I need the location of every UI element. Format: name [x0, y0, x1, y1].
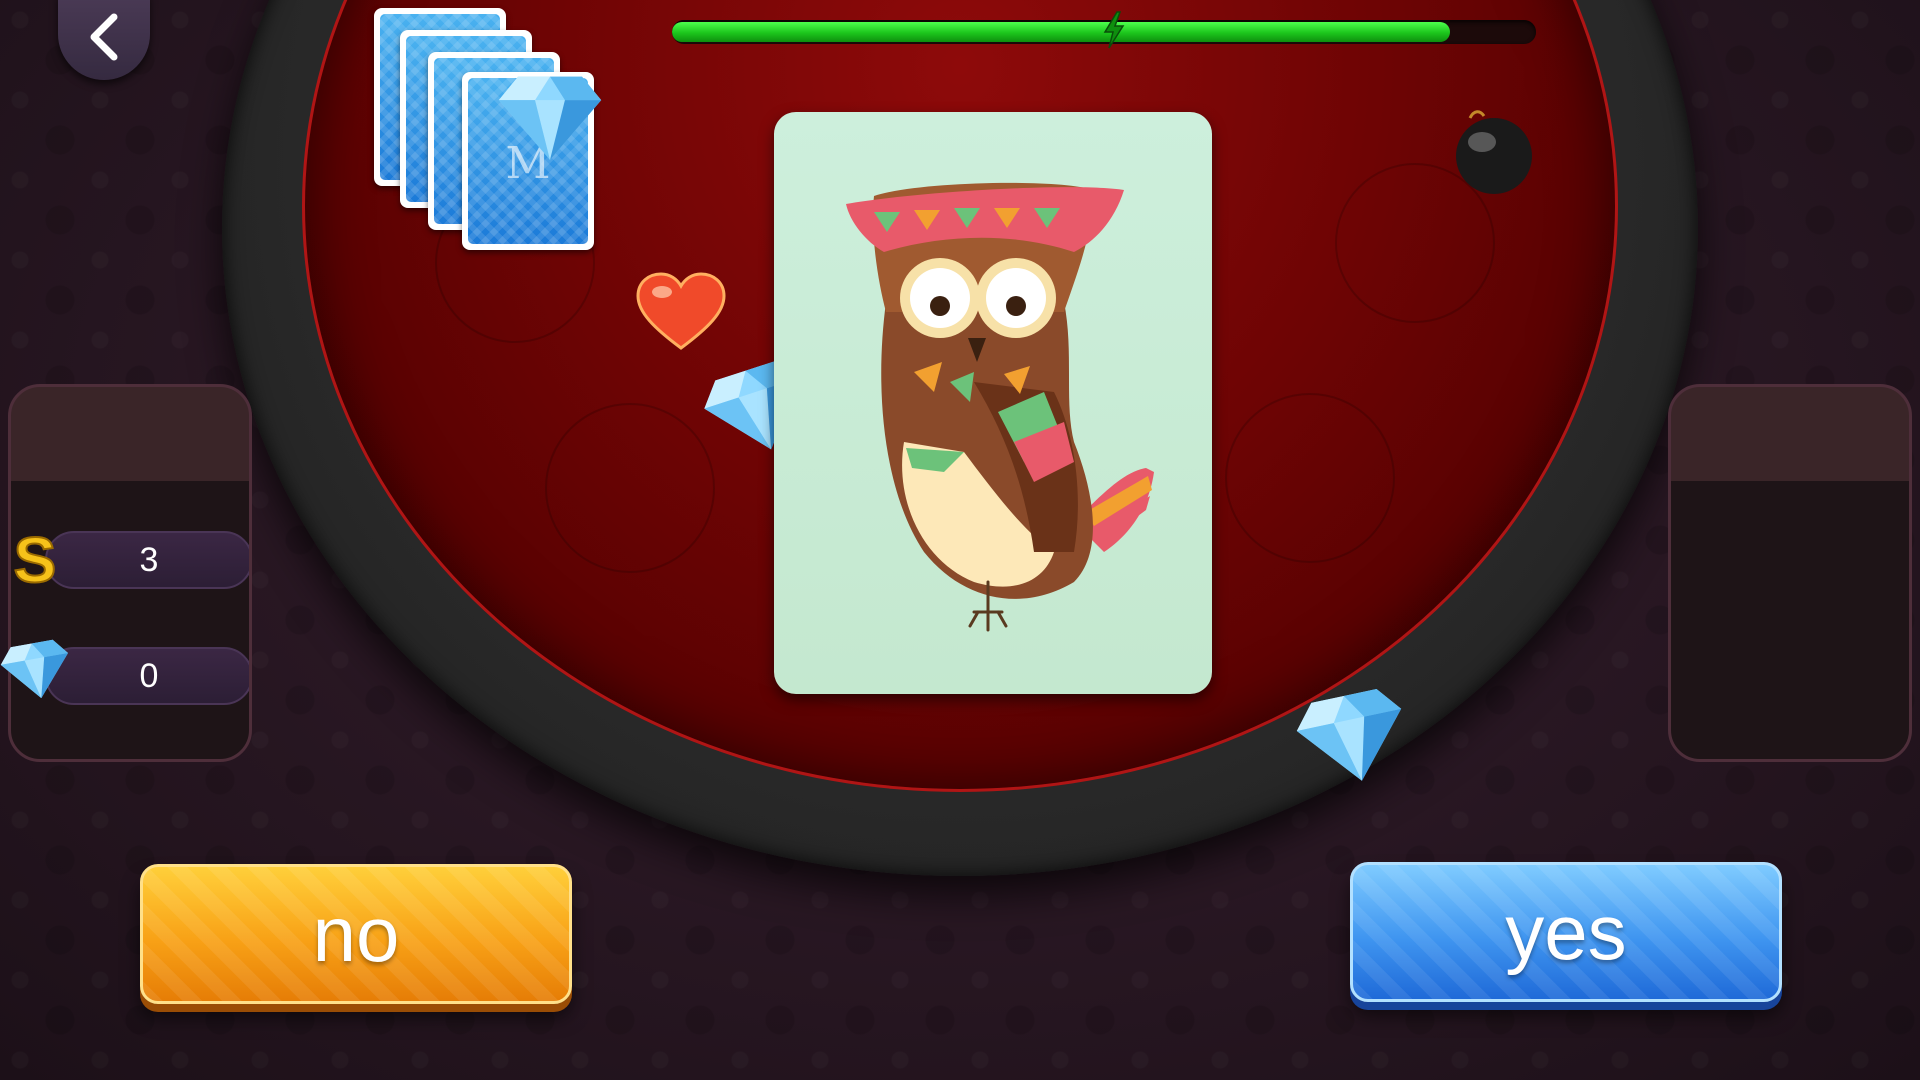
felt-ring — [545, 403, 715, 573]
gem-counter: 0 — [45, 647, 249, 705]
main-card[interactable] — [774, 112, 1212, 694]
diamond-gem-icon — [1296, 689, 1402, 781]
felt-ring — [1225, 393, 1395, 563]
no-button-label: no — [312, 889, 400, 978]
diamond-gem-icon — [498, 76, 602, 160]
lightning-bolt-icon — [1103, 11, 1125, 49]
coin-count: 3 — [139, 540, 159, 579]
no-button[interactable]: no — [140, 864, 572, 1004]
back-chevron-icon — [90, 13, 118, 61]
owl-illustration — [846, 182, 1154, 632]
coin-counter: 3 — [45, 531, 249, 589]
diamond-gem-icon — [0, 639, 69, 699]
back-button[interactable] — [58, 0, 150, 80]
yes-button[interactable]: yes — [1350, 862, 1782, 1002]
energy-bar-fill — [672, 22, 1450, 42]
gem-count: 0 — [139, 656, 159, 695]
yes-button-label: yes — [1505, 887, 1627, 976]
heart-icon — [636, 272, 726, 350]
coin-s-icon: S — [13, 526, 58, 592]
bomb-icon — [1456, 110, 1532, 194]
player-panel-right — [1668, 384, 1912, 762]
svg-text:S: S — [14, 526, 57, 592]
